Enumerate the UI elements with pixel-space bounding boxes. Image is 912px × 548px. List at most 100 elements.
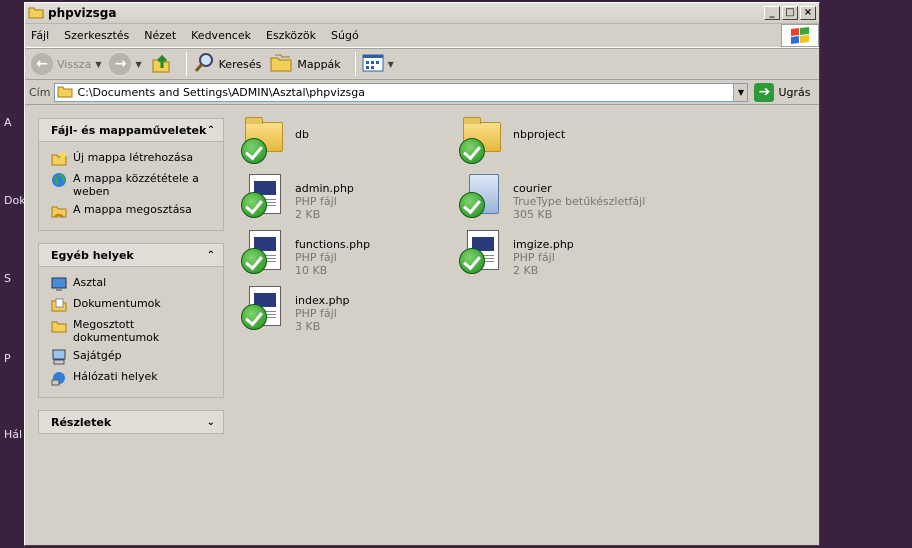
explorer-window: phpvizsga _ □ × Fájl Szerkesztés Nézet K… (24, 2, 820, 546)
views-icon (362, 54, 384, 75)
minimize-button[interactable]: _ (764, 6, 780, 20)
place-label: Sajátgép (73, 349, 122, 362)
file-tasks-header[interactable]: Fájl- és mappaműveletek ⌃ (38, 118, 224, 142)
back-button[interactable]: ← Vissza ▼ (31, 53, 101, 75)
file-item-functions-php[interactable]: functions.php PHP fájl 10 KB (241, 228, 451, 280)
chevron-down-icon: ▼ (95, 59, 102, 69)
menu-favorites[interactable]: Kedvencek (191, 29, 251, 42)
task-label: A mappa közzététele a weben (73, 172, 199, 198)
checkmark-icon (459, 248, 485, 274)
place-label: Dokumentumok (73, 297, 161, 310)
menu-view[interactable]: Nézet (144, 29, 176, 42)
task-publish-web[interactable]: A mappa közzététele a weben (51, 172, 215, 198)
back-label: Vissza (57, 57, 92, 71)
place-my-computer[interactable]: Sajátgép (51, 349, 215, 365)
task-label: A mappa megosztása (73, 203, 192, 216)
up-button[interactable] (150, 52, 172, 77)
address-dropdown-button[interactable]: ▼ (733, 83, 748, 101)
desktop-icon-label: Hál (4, 428, 23, 441)
folders-button[interactable]: Mappák (269, 53, 341, 76)
checkmark-icon (241, 192, 267, 218)
chevron-down-icon: ▼ (387, 59, 394, 69)
title-bar[interactable]: phpvizsga _ □ × (25, 3, 819, 24)
task-share-folder[interactable]: A mappa megosztása (51, 203, 215, 219)
windows-logo-icon (781, 24, 819, 47)
address-bar: Cím C:\Documents and Settings\ADMIN\Aszt… (25, 80, 819, 105)
checkmark-icon (459, 138, 485, 164)
search-label: Keresés (218, 57, 262, 71)
back-arrow-icon: ← (31, 53, 53, 75)
forward-button[interactable]: → ▼ (109, 53, 142, 75)
desktop-icon (51, 276, 67, 292)
desktop-icon-label: S (4, 272, 11, 285)
checkmark-icon (241, 138, 267, 164)
collapse-icon[interactable]: ⌃ (207, 250, 215, 261)
panel-title: Fájl- és mappaműveletek (51, 123, 207, 137)
shared-docs-icon (51, 318, 67, 334)
file-tasks-panel: Fájl- és mappaműveletek ⌃ Új mappa létre… (38, 118, 224, 231)
panel-title: Részletek (51, 415, 112, 429)
task-new-folder[interactable]: Új mappa létrehozása (51, 151, 215, 167)
documents-icon (51, 297, 67, 313)
maximize-button[interactable]: □ (782, 6, 798, 20)
folders-label: Mappák (297, 57, 341, 71)
panel-title: Egyéb helyek (51, 248, 134, 262)
details-panel: Részletek ⌄ (38, 410, 224, 434)
file-type: PHP fájl (295, 307, 337, 320)
views-button[interactable]: ▼ (362, 54, 394, 75)
file-item-db[interactable]: db (241, 117, 451, 170)
file-type: TrueType betűkészletfájl (513, 195, 646, 208)
place-documents[interactable]: Dokumentumok (51, 297, 215, 313)
place-desktop[interactable]: Asztal (51, 276, 215, 292)
folder-up-icon (150, 52, 172, 77)
menu-help[interactable]: Súgó (331, 29, 359, 42)
desktop-icon-label: Dok (4, 194, 26, 207)
collapse-icon[interactable]: ⌃ (207, 125, 215, 136)
go-arrow-icon: ➔ (754, 82, 775, 102)
place-network[interactable]: Hálózati helyek (51, 370, 215, 386)
file-name: nbproject (513, 128, 566, 141)
file-item-courier[interactable]: courier TrueType betűkészletfájl 305 KB (459, 172, 669, 224)
file-item-imgize-php[interactable]: imgize.php PHP fájl 2 KB (459, 228, 669, 280)
other-places-panel: Egyéb helyek ⌃ Asztal Dokumentumok Megos… (38, 243, 224, 398)
globe-icon (51, 172, 67, 188)
menu-edit[interactable]: Szerkesztés (64, 29, 129, 42)
checkmark-icon (241, 304, 267, 330)
file-size: 305 KB (513, 208, 553, 221)
details-header[interactable]: Részletek ⌄ (38, 410, 224, 434)
expand-icon[interactable]: ⌄ (207, 417, 215, 428)
file-type: PHP fájl (295, 251, 337, 264)
search-button[interactable]: Keresés (193, 52, 262, 77)
folder-icon (57, 84, 73, 101)
folder-icon (28, 5, 44, 22)
place-label: Asztal (73, 276, 107, 289)
task-pane: Fájl- és mappaműveletek ⌃ Új mappa létre… (38, 118, 224, 446)
forward-arrow-icon: → (109, 53, 132, 75)
go-label: Ugrás (778, 85, 811, 99)
file-name: admin.php (295, 182, 354, 195)
place-shared-documents[interactable]: Megosztott dokumentumok (51, 318, 215, 344)
file-item-index-php[interactable]: index.php PHP fájl 3 KB (241, 284, 451, 336)
checkmark-icon (241, 248, 267, 274)
other-places-header[interactable]: Egyéb helyek ⌃ (38, 243, 224, 267)
checkmark-icon (459, 192, 485, 218)
toolbar-separator (185, 52, 187, 76)
file-size: 3 KB (295, 320, 321, 333)
share-folder-icon (51, 203, 67, 219)
menu-tools[interactable]: Eszközök (266, 29, 316, 42)
file-item-nbproject[interactable]: nbproject (459, 117, 669, 170)
task-label: Új mappa létrehozása (73, 151, 194, 164)
new-folder-icon (51, 151, 67, 167)
menu-file[interactable]: Fájl (31, 29, 49, 42)
network-icon (51, 370, 67, 386)
file-name: functions.php (295, 238, 371, 251)
address-input[interactable]: C:\Documents and Settings\ADMIN\Asztal\p… (54, 82, 749, 102)
close-button[interactable]: × (800, 6, 816, 20)
file-item-admin-php[interactable]: admin.php PHP fájl 2 KB (241, 172, 451, 224)
file-name: db (295, 128, 309, 141)
go-button[interactable]: ➔ Ugrás (754, 82, 811, 102)
file-size: 10 KB (295, 264, 328, 277)
file-name: imgize.php (513, 238, 574, 251)
menu-bar: Fájl Szerkesztés Nézet Kedvencek Eszközö… (25, 24, 819, 48)
file-name: index.php (295, 294, 350, 307)
